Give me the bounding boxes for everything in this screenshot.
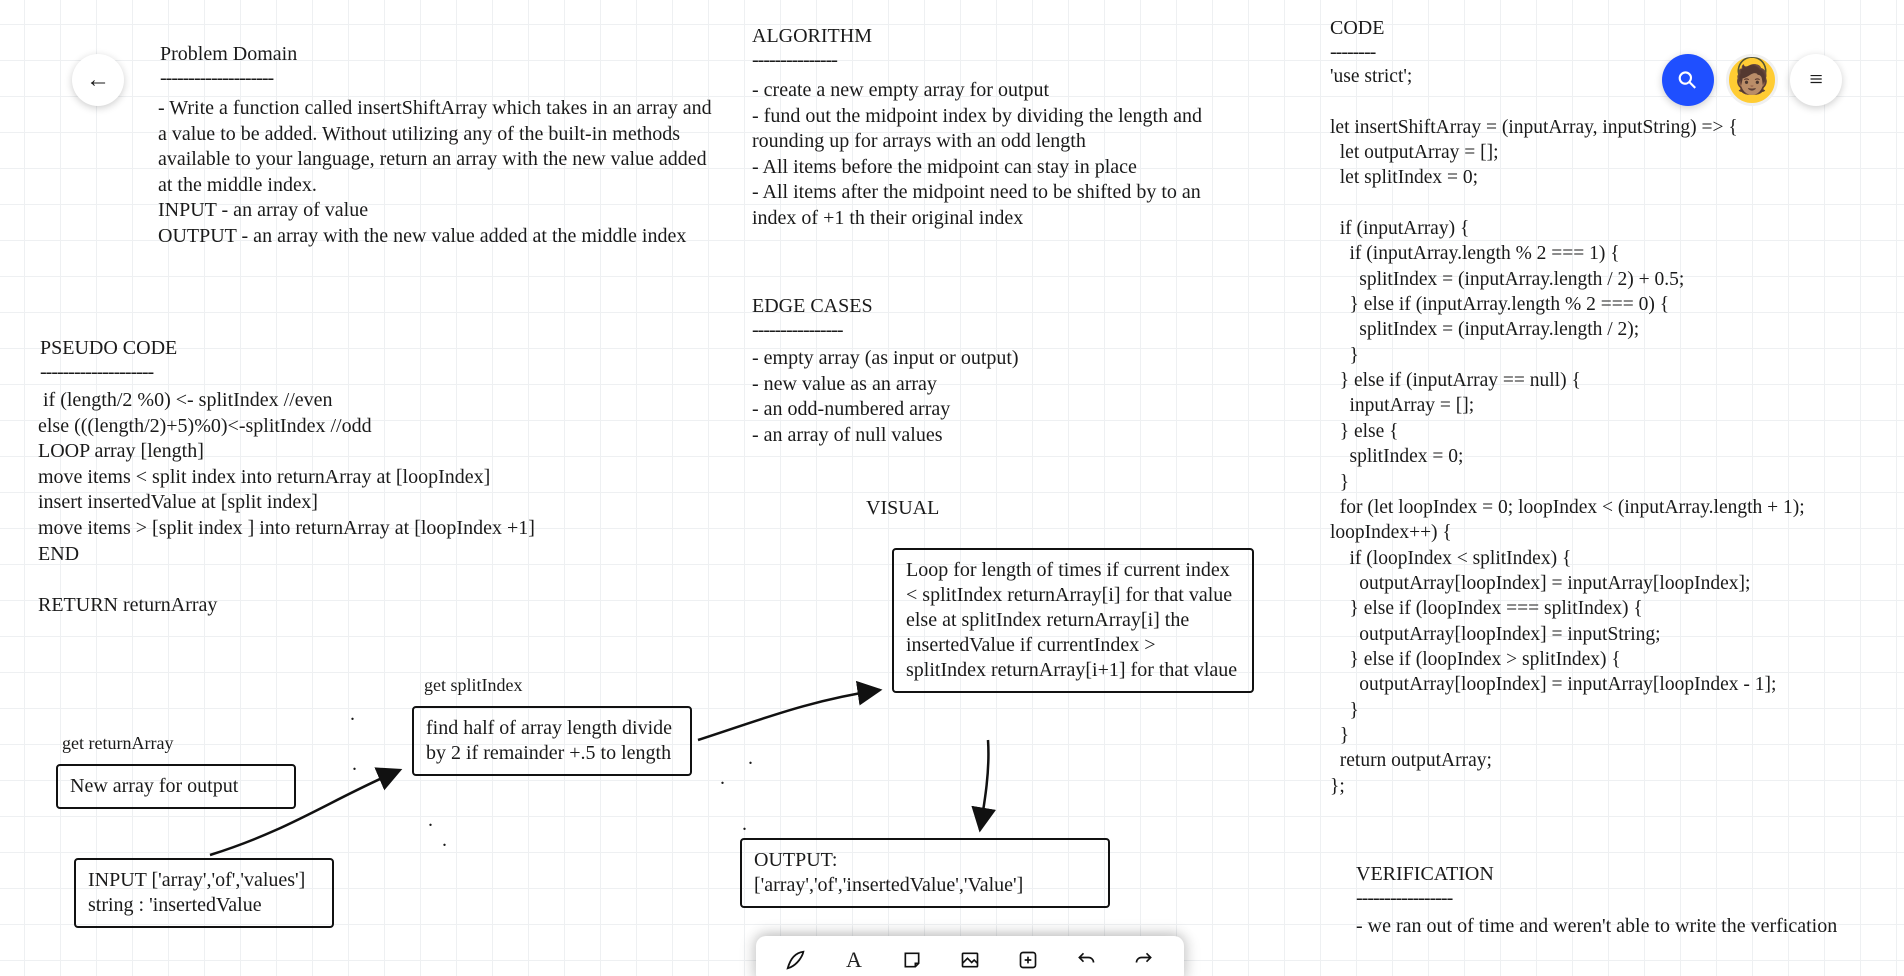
get-split-label: get splitIndex <box>424 674 522 697</box>
whiteboard-canvas[interactable]: ← ⚲ 🧑🏽 ≡ Problem Domain ----------------… <box>0 0 1904 976</box>
box-new-array[interactable]: New array for output <box>56 764 296 809</box>
box-output[interactable]: OUTPUT: ['array','of','insertedValue','V… <box>740 838 1110 908</box>
edge-rule: ---------------- <box>752 318 843 344</box>
back-button[interactable]: ← <box>72 54 124 106</box>
dot: . <box>352 752 357 778</box>
undo-icon[interactable] <box>1072 946 1100 974</box>
problem-domain-rule: -------------------- <box>160 66 273 92</box>
algorithm-body: - create a new empty array for output - … <box>752 78 1242 232</box>
redo-icon[interactable] <box>1130 946 1158 974</box>
box-split[interactable]: find half of array length divide by 2 if… <box>412 706 692 776</box>
image-tool-icon[interactable] <box>956 946 984 974</box>
sticky-tool-icon[interactable] <box>898 946 926 974</box>
pseudo-rule: -------------------- <box>40 360 153 386</box>
problem-domain-title: Problem Domain <box>160 42 297 68</box>
text-tool-icon[interactable]: A <box>840 946 868 974</box>
algorithm-rule: --------------- <box>752 48 837 74</box>
verification-body: - we ran out of time and weren't able to… <box>1356 914 1866 940</box>
dot: . <box>748 746 753 772</box>
code-rule: -------- <box>1330 40 1375 66</box>
visual-title: VISUAL <box>866 496 939 522</box>
edge-title: EDGE CASES <box>752 294 873 320</box>
verification-title: VERIFICATION <box>1356 862 1494 888</box>
box-input[interactable]: INPUT ['array','of','values'] string : '… <box>74 858 334 928</box>
code-body: 'use strict'; let insertShiftArray = (in… <box>1330 64 1900 799</box>
pen-tool-icon[interactable] <box>782 946 810 974</box>
dot: . <box>442 828 447 854</box>
add-tool-icon[interactable] <box>1014 946 1042 974</box>
get-return-label: get returnArray <box>62 732 173 755</box>
drawing-toolbar: A <box>756 936 1184 976</box>
pseudo-body: if (length/2 %0) <- splitIndex //even el… <box>38 388 678 618</box>
code-title: CODE <box>1330 16 1384 42</box>
dot: . <box>742 812 747 838</box>
verification-rule: ----------------- <box>1356 886 1452 912</box>
dot: . <box>350 702 355 728</box>
box-loop[interactable]: Loop for length of times if current inde… <box>892 548 1254 693</box>
back-icon: ← <box>86 67 110 94</box>
algorithm-title: ALGORITHM <box>752 24 872 50</box>
edge-body: - empty array (as input or output) - new… <box>752 346 1212 448</box>
dot: . <box>720 766 725 792</box>
pseudo-title: PSEUDO CODE <box>40 336 177 362</box>
dot: . <box>428 808 433 834</box>
problem-domain-body: - Write a function called insertShiftArr… <box>158 96 718 250</box>
